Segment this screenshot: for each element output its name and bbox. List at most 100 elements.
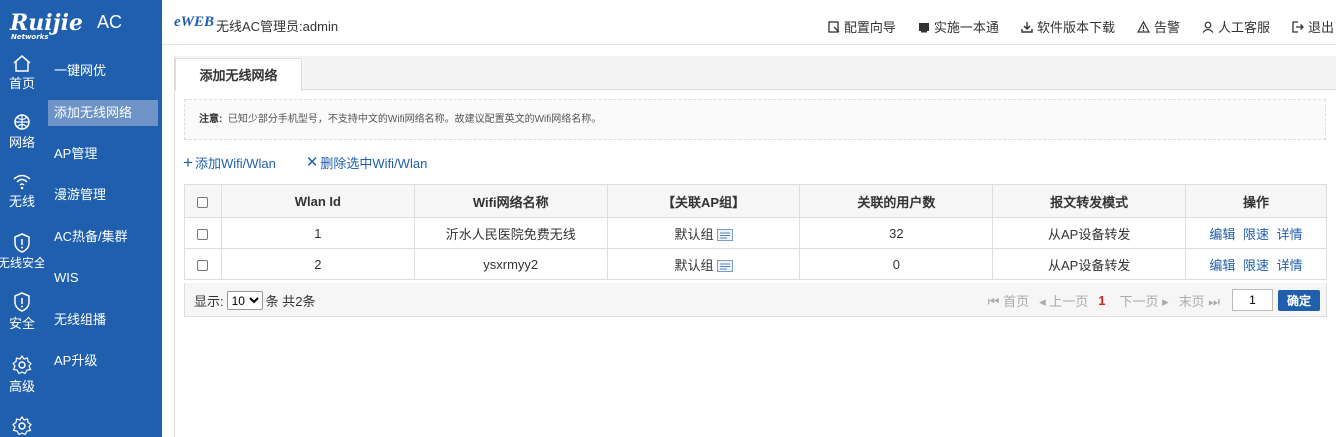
col-header-actions: 操作 bbox=[1185, 184, 1327, 218]
delete-wlan-label: 删除选中Wifi/Wlan bbox=[320, 156, 428, 171]
rail-item-advanced[interactable]: 高级 bbox=[0, 355, 44, 395]
nav-book[interactable]: 实施一本通 bbox=[918, 17, 999, 36]
cell-wlan-id: 1 bbox=[220, 217, 415, 249]
detail-link[interactable]: 详情 bbox=[1277, 227, 1303, 242]
warning-icon bbox=[1136, 20, 1150, 33]
submenu-item-ap-upgrade[interactable]: AP升级 bbox=[48, 348, 158, 374]
rail-label: 无线安全 bbox=[0, 256, 46, 270]
download-icon bbox=[1021, 21, 1033, 33]
rate-limit-link[interactable]: 限速 bbox=[1243, 227, 1269, 242]
first-page-button[interactable]: ⏮ 首页 bbox=[988, 291, 1029, 310]
nav-support[interactable]: 人工客服 bbox=[1202, 17, 1270, 36]
submenu-item-wis[interactable]: WIS bbox=[48, 265, 158, 291]
page-number-input[interactable] bbox=[1232, 289, 1273, 311]
submenu-item-roaming[interactable]: 漫游管理 bbox=[48, 182, 158, 208]
close-icon: ✕ bbox=[305, 154, 319, 171]
nav-wizard[interactable]: 配置向导 bbox=[828, 17, 896, 36]
nav-label: 人工客服 bbox=[1217, 20, 1270, 35]
add-wlan-button[interactable]: + 添加Wifi/Wlan bbox=[183, 153, 276, 172]
rail-item-more[interactable] bbox=[0, 416, 44, 437]
col-header-forward-mode[interactable]: 报文转发模式 bbox=[992, 184, 1187, 218]
rail-item-network[interactable]: 网络 bbox=[0, 113, 44, 151]
nav-download[interactable]: 软件版本下载 bbox=[1021, 17, 1115, 36]
submenu-item-add-wireless[interactable]: 添加无线网络 bbox=[48, 100, 158, 126]
book-icon bbox=[918, 22, 929, 32]
delete-wlan-button[interactable]: ✕ 删除选中Wifi/Wlan bbox=[306, 153, 427, 172]
rate-limit-link[interactable]: 限速 bbox=[1243, 258, 1269, 273]
rail-item-wireless[interactable]: 无线 bbox=[0, 172, 44, 210]
select-all-cell bbox=[184, 184, 222, 218]
nav-label: 告警 bbox=[1153, 20, 1180, 35]
nav-label: 退出 bbox=[1307, 20, 1334, 35]
last-page-label: 末页 bbox=[1178, 293, 1205, 309]
list-icon[interactable] bbox=[716, 229, 733, 242]
col-header-users[interactable]: 关联的用户数 bbox=[799, 184, 994, 218]
submenu-item-hotstandby[interactable]: AC热备/集群 bbox=[48, 224, 158, 250]
next-page-button[interactable]: 下一页 ▸ bbox=[1119, 291, 1168, 310]
cell-users: 32 bbox=[799, 217, 994, 249]
col-header-wlan-id[interactable]: Wlan Id bbox=[220, 184, 415, 218]
cell-ap-group: 默认组 bbox=[606, 248, 801, 280]
col-header-ap-group[interactable]: 【关联AP组】 bbox=[606, 184, 801, 218]
page-size-select[interactable]: 10 bbox=[226, 291, 263, 310]
action-bar: + 添加Wifi/Wlan ✕ 删除选中Wifi/Wlan bbox=[183, 153, 457, 172]
rail-item-security[interactable]: 安全 bbox=[0, 292, 44, 332]
top-header: eWEB 无线AC管理员:admin 配置向导 实施一本通 软件版本下载 告警 … bbox=[162, 0, 1336, 45]
nav-logout[interactable]: 退出 bbox=[1292, 17, 1334, 36]
edit-link[interactable]: 编辑 bbox=[1209, 227, 1235, 242]
edit-link[interactable]: 编辑 bbox=[1209, 258, 1235, 273]
logo-text: Ruijie bbox=[10, 9, 83, 36]
rail-label: 无线 bbox=[8, 194, 35, 209]
rail-label: 网络 bbox=[8, 135, 35, 150]
prev-page-button[interactable]: ◂ 上一页 bbox=[1039, 291, 1088, 310]
last-page-button[interactable]: 末页 ⏭ bbox=[1179, 291, 1220, 310]
cell-forward-mode: 从AP设备转发 bbox=[992, 248, 1187, 280]
ap-group-link[interactable]: 默认组 bbox=[675, 227, 714, 242]
cell-actions: 编辑 限速 详情 bbox=[1185, 248, 1327, 280]
product-name: AC bbox=[96, 12, 122, 32]
total-count: 条 共2条 bbox=[265, 294, 316, 309]
shield-icon bbox=[14, 292, 30, 312]
ap-group-link[interactable]: 默认组 bbox=[675, 258, 714, 273]
shield-icon bbox=[14, 233, 30, 253]
show-label: 显示: bbox=[194, 294, 224, 309]
next-page-label: 下一页 bbox=[1119, 293, 1159, 309]
top-nav: 配置向导 实施一本通 软件版本下载 告警 人工客服 退出 bbox=[828, 17, 1336, 36]
rail-label: 高级 bbox=[8, 379, 35, 394]
list-icon[interactable] bbox=[716, 260, 733, 273]
detail-link[interactable]: 详情 bbox=[1277, 258, 1303, 273]
row-checkbox[interactable] bbox=[197, 228, 209, 240]
cell-users: 0 bbox=[799, 248, 994, 280]
prev-page-label: 上一页 bbox=[1049, 293, 1089, 309]
row-checkbox[interactable] bbox=[197, 259, 209, 271]
tab-add-wireless[interactable]: 添加无线网络 bbox=[175, 58, 302, 91]
notice-text: 已知少部分手机型号，不支持中文的Wifi网络名称。故建议配置英文的Wifi网络名… bbox=[227, 114, 602, 125]
nav-label: 配置向导 bbox=[843, 20, 896, 35]
submenu-item-ap-manage[interactable]: AP管理 bbox=[48, 141, 158, 167]
rail-item-wireless-security[interactable]: 无线安全 bbox=[0, 233, 46, 271]
tab-bar: 添加无线网络 bbox=[175, 56, 1336, 91]
admin-title: 无线AC管理员:admin bbox=[216, 19, 339, 34]
rail-item-home[interactable]: 首页 bbox=[0, 54, 44, 92]
last-page-icon: ⏭ bbox=[1208, 293, 1220, 309]
confirm-page-button[interactable]: 确定 bbox=[1278, 289, 1320, 311]
notice-box: 注意: 已知少部分手机型号，不支持中文的Wifi网络名称。故建议配置英文的Wif… bbox=[184, 99, 1326, 140]
rail-label: 首页 bbox=[8, 76, 35, 91]
prev-page-icon: ◂ bbox=[1039, 293, 1046, 309]
eweb-logo: eWEB bbox=[174, 14, 215, 30]
nav-alarm[interactable]: 告警 bbox=[1136, 17, 1180, 36]
submenu-item-optimize[interactable]: 一键网优 bbox=[48, 58, 158, 84]
first-page-label: 首页 bbox=[1003, 293, 1030, 309]
first-page-icon: ⏮ bbox=[987, 293, 1000, 309]
submenu-item-multicast[interactable]: 无线组播 bbox=[48, 307, 158, 333]
page-nav: ⏮ 首页 ◂ 上一页 1 下一页 ▸ 末页 ⏭ 确定 bbox=[988, 289, 1320, 311]
logo-sub: Networks bbox=[11, 32, 49, 41]
submenu: 一键网优 添加无线网络 AP管理 漫游管理 AC热备/集群 WIS 无线组播 A… bbox=[44, 45, 162, 437]
select-all-checkbox[interactable] bbox=[197, 196, 209, 208]
ruijie-logo: Ruijie Networks bbox=[10, 9, 83, 41]
cell-ap-group: 默认组 bbox=[606, 217, 801, 249]
cell-forward-mode: 从AP设备转发 bbox=[992, 217, 1187, 249]
wifi-icon bbox=[13, 174, 31, 190]
col-header-wifi-name[interactable]: Wifi网络名称 bbox=[413, 184, 608, 218]
network-icon bbox=[14, 114, 30, 130]
